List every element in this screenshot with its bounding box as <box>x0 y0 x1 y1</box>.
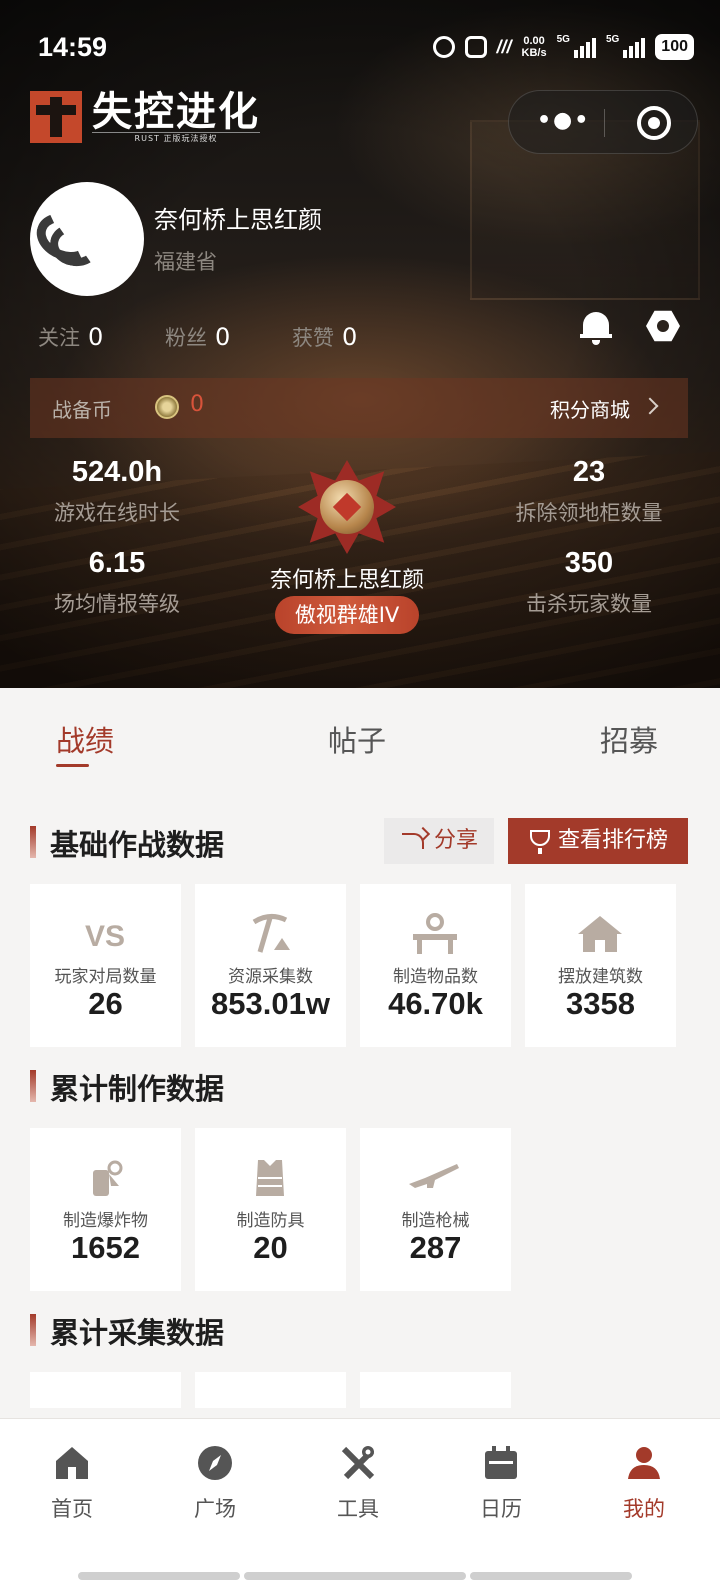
rank-title-badge[interactable]: 傲视群雄IV <box>275 596 419 634</box>
more-options-icon[interactable]: •●• <box>537 110 588 133</box>
notification-bell-icon[interactable] <box>580 310 612 345</box>
nav-plaza[interactable]: 广场 <box>165 1443 265 1523</box>
stat-card-matches: VS 玩家对局数量 26 <box>30 884 181 1047</box>
coin-value: 0 <box>190 392 204 417</box>
bottom-nav: 首页 广场 工具 日历 我的 <box>0 1418 720 1584</box>
compass-icon <box>195 1443 235 1483</box>
section-title: 基础作战数据 <box>50 828 225 862</box>
status-bar: 14:59 /// 0.00 KB/s 5G 5G 100 <box>0 22 720 74</box>
mini-program-capsule: •●• <box>508 90 698 154</box>
coin-label: 战备币 <box>52 398 112 422</box>
profile-icon <box>624 1443 664 1483</box>
rifle-icon <box>405 1156 465 1200</box>
stat-card-gather-partial <box>30 1372 181 1408</box>
coin-bar: 战备币 0 积分商城 <box>30 378 688 438</box>
signal-bars-icon <box>573 36 596 58</box>
stat-card-crafted: 制造物品数 46.70k <box>360 884 511 1047</box>
user-name: 奈何桥上思红颜 <box>154 206 322 234</box>
battery-icon: 100 <box>655 34 694 60</box>
signal-bars-icon <box>623 36 646 58</box>
main-content: 战绩 帖子 招募 基础作战数据 分享 查看排行榜 VS 玩家对局数量 26 资源… <box>0 688 720 1408</box>
share-arrow-icon <box>402 833 424 849</box>
logo-mark-icon <box>30 91 82 143</box>
trophy-icon <box>530 830 550 854</box>
signal-type-2: 5G <box>605 33 620 45</box>
stat-intel-level: 6.15 场均情报等级 <box>54 547 180 616</box>
app-screen: 14:59 /// 0.00 KB/s 5G 5G 100 失控进化 RUST 正… <box>0 0 720 1584</box>
rank-player-name: 奈何桥上思红颜 <box>269 568 424 593</box>
rank-medal-icon <box>298 460 396 554</box>
explosive-icon <box>75 1156 135 1200</box>
signal-type-1: 5G <box>556 33 570 45</box>
network-speed: 0.00 KB/s <box>521 35 547 59</box>
coin-icon <box>155 395 179 419</box>
status-time: 14:59 <box>38 32 108 62</box>
likes-count[interactable]: 获赞 0 <box>292 322 357 352</box>
mute-bell-icon <box>464 36 487 58</box>
tab-recruit[interactable]: 招募 <box>600 718 658 760</box>
stat-card-guns: 制造枪械 287 <box>360 1128 511 1291</box>
vs-icon: VS <box>75 912 135 956</box>
logo-title: 失控进化 <box>92 89 260 135</box>
profile-hero: 14:59 /// 0.00 KB/s 5G 5G 100 失控进化 RUST 正… <box>0 0 720 688</box>
nav-mine[interactable]: 我的 <box>594 1443 694 1523</box>
armor-vest-icon <box>240 1156 300 1200</box>
pickaxe-icon <box>240 912 300 956</box>
nav-tools[interactable]: 工具 <box>308 1443 408 1523</box>
tools-icon <box>338 1443 378 1483</box>
home-icon <box>52 1443 92 1483</box>
tab-active-indicator <box>56 764 89 767</box>
nfc-icon: /// <box>496 36 512 57</box>
avatar[interactable] <box>30 182 144 296</box>
calendar-icon <box>481 1443 521 1483</box>
stat-card-explosives: 制造爆炸物 1652 <box>30 1128 181 1291</box>
stat-card-armor: 制造防具 20 <box>195 1128 346 1291</box>
stat-cabinets: 23 拆除领地柜数量 <box>515 456 663 525</box>
system-gesture-bar <box>78 1572 642 1580</box>
points-mall-link[interactable]: 积分商城 <box>550 394 630 423</box>
follow-count[interactable]: 关注 0 <box>38 322 103 352</box>
nav-calendar[interactable]: 日历 <box>451 1443 551 1523</box>
share-button[interactable]: 分享 <box>384 818 494 864</box>
section-title: 累计制作数据 <box>50 1072 225 1106</box>
tab-posts[interactable]: 帖子 <box>328 718 386 760</box>
svg-text:VS: VS <box>85 920 125 953</box>
user-province: 福建省 <box>154 250 217 274</box>
alarm-icon <box>432 36 455 58</box>
close-mini-program-icon[interactable] <box>637 106 671 140</box>
nav-home[interactable]: 首页 <box>22 1443 122 1523</box>
house-icon <box>570 912 630 956</box>
chevron-right-icon[interactable] <box>641 397 659 415</box>
workbench-icon <box>405 912 465 956</box>
stat-card-resources: 资源采集数 853.01w <box>195 884 346 1047</box>
stat-card-buildings: 摆放建筑数 3358 <box>525 884 676 1047</box>
view-ranking-button[interactable]: 查看排行榜 <box>508 818 688 864</box>
game-logo: 失控进化 RUST 正版玩法授权 <box>30 90 260 144</box>
section-title: 累计采集数据 <box>50 1316 225 1350</box>
fans-count[interactable]: 粉丝 0 <box>165 322 230 352</box>
stat-card-gather-partial <box>360 1372 511 1408</box>
stat-card-gather-partial <box>195 1372 346 1408</box>
tab-records[interactable]: 战绩 <box>56 718 114 760</box>
stat-kills: 350 击杀玩家数量 <box>526 547 652 616</box>
stat-online-hours: 524.0h 游戏在线时长 <box>54 456 180 525</box>
tab-bar: 战绩 帖子 招募 <box>0 718 720 778</box>
